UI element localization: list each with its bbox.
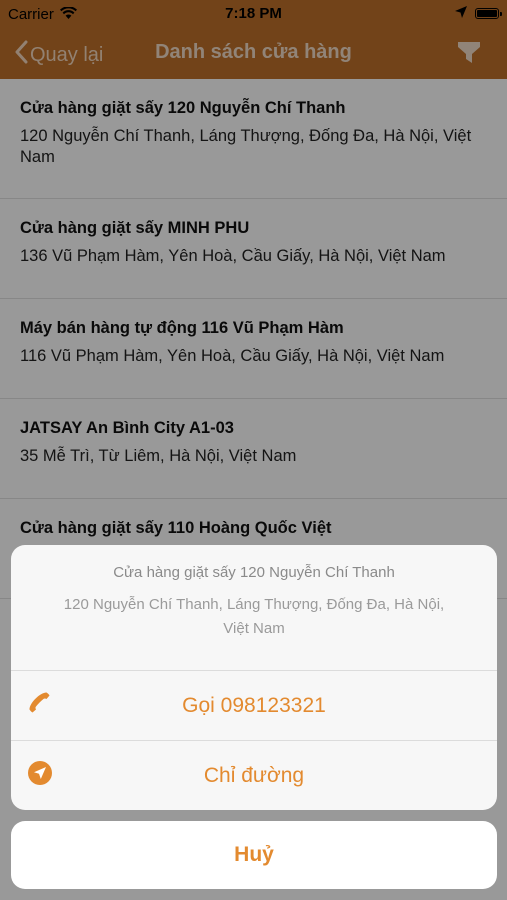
action-sheet-title: Cửa hàng giặt sấy 120 Nguyễn Chí Thanh	[113, 564, 395, 581]
app-screen: Carrier 7:18 PM Quay lại Danh sách cửa h…	[0, 0, 507, 900]
action-sheet-header: Cửa hàng giặt sấy 120 Nguyễn Chí Thanh 1…	[11, 545, 497, 671]
call-label: Gọi 098123321	[182, 693, 326, 717]
message-line: Việt Nam	[223, 620, 285, 637]
phone-icon	[27, 690, 53, 722]
call-button[interactable]: Gọi 098123321	[11, 671, 497, 741]
cancel-button[interactable]: Huỷ	[11, 821, 497, 889]
directions-label: Chỉ đường	[203, 763, 305, 787]
action-sheet: Cửa hàng giặt sấy 120 Nguyễn Chí Thanh 1…	[11, 545, 497, 810]
message-line: 120 Nguyễn Chí Thanh, Láng Thượng, Đống …	[63, 596, 445, 613]
action-sheet-message: 120 Nguyễn Chí Thanh, Láng Thượng, Đống …	[11, 593, 497, 641]
navigation-icon	[27, 760, 53, 792]
directions-button[interactable]: Chỉ đường	[11, 741, 497, 810]
